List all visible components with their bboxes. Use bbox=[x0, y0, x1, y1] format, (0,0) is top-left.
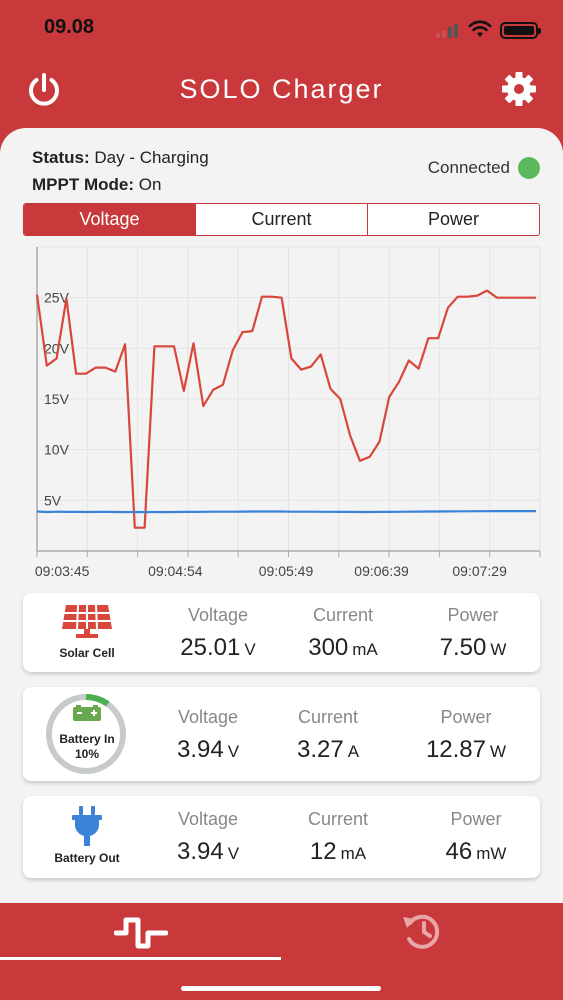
battery-status-icon bbox=[500, 22, 541, 39]
solar-power-label: Power bbox=[447, 605, 499, 625]
x-tick-label: 09:06:39 bbox=[354, 563, 409, 579]
solar-current: Current 300 mA bbox=[288, 605, 398, 662]
tab-history[interactable] bbox=[282, 903, 563, 963]
battery-in-voltage-unit: V bbox=[227, 742, 240, 761]
status-time: 09.08 bbox=[44, 16, 95, 38]
solar-power-unit: W bbox=[490, 640, 507, 659]
battery-in-voltage: Voltage 3.94 V bbox=[153, 707, 263, 764]
status-info: Status: Day - Charging MPPT Mode: On bbox=[32, 144, 209, 198]
solar-cell-card: Solar Cell Voltage 25.01 V Current 300 mA … bbox=[23, 593, 540, 672]
mppt-value: On bbox=[138, 175, 162, 194]
battery-in-label: Battery In 10% bbox=[23, 732, 151, 762]
battery-in-voltage-value: 3.94 bbox=[176, 736, 224, 763]
battery-icon bbox=[73, 705, 101, 721]
battery-in-current-unit: A bbox=[347, 742, 360, 761]
y-tick-label: 5V bbox=[44, 492, 62, 508]
history-icon bbox=[403, 914, 440, 949]
status-value: Day - Charging bbox=[94, 148, 209, 167]
solar-current-label: Current bbox=[312, 605, 374, 625]
battery-out-current-value: 12 bbox=[309, 838, 337, 865]
battery-out-icon-area: Battery Out bbox=[23, 796, 151, 878]
battery-in-icon-area: Battery In 10% bbox=[23, 687, 151, 781]
battery-out-card: Battery Out Voltage 3.94 V Current 12 mA P… bbox=[23, 796, 540, 878]
battery-in-voltage-label: Voltage bbox=[177, 707, 239, 727]
x-tick-label: 09:03:45 bbox=[35, 563, 90, 579]
status-label: Status: bbox=[32, 148, 90, 167]
tab-power[interactable]: Power bbox=[368, 204, 539, 235]
battery-in-current-label: Current bbox=[297, 707, 359, 727]
solar-current-unit: mA bbox=[352, 640, 378, 659]
tab-live-data[interactable] bbox=[0, 903, 281, 963]
plug-icon bbox=[72, 806, 102, 846]
connection-label: Connected bbox=[427, 158, 510, 177]
status-line: Status: Day - Charging bbox=[32, 144, 209, 171]
active-tab-indicator bbox=[0, 957, 281, 960]
battery-out-current-unit: mA bbox=[340, 844, 367, 863]
x-tick-label: 09:04:54 bbox=[148, 563, 203, 579]
wifi-icon bbox=[468, 20, 492, 37]
solar-panel-icon bbox=[62, 604, 112, 638]
battery-in-current-value: 3.27 bbox=[296, 736, 344, 763]
app-title: SOLO Charger bbox=[179, 74, 384, 104]
battery-out-power-label: Power bbox=[450, 809, 502, 829]
battery-in-power-unit: W bbox=[490, 742, 507, 761]
solar-power: Power 7.50 W bbox=[418, 605, 528, 662]
battery-out-power-unit: mW bbox=[476, 844, 507, 863]
battery-out-current: Current 12 mA bbox=[283, 809, 393, 866]
solar-cell-label: Solar Cell bbox=[59, 646, 115, 660]
battery-out-current-label: Current bbox=[307, 809, 369, 829]
y-tick-label: 10V bbox=[44, 442, 70, 458]
connection-status: Connected bbox=[428, 157, 540, 179]
solar-voltage-label: Voltage bbox=[187, 605, 249, 625]
status-bar: 09.08 bbox=[0, 0, 563, 58]
battery-out-power: Power 46 mW bbox=[421, 809, 531, 866]
battery-out-voltage-value: 3.94 bbox=[176, 838, 224, 865]
chart-mode-selector: Voltage Current Power bbox=[23, 203, 540, 236]
mppt-line: MPPT Mode: On bbox=[32, 171, 209, 198]
battery-out-voltage: Voltage 3.94 V bbox=[153, 809, 263, 866]
x-tick-label: 09:07:29 bbox=[452, 563, 507, 579]
battery-in-percent: 10% bbox=[74, 747, 100, 761]
solar-voltage: Voltage 25.01 V bbox=[163, 605, 273, 662]
battery-in-power: Power 12.87 W bbox=[411, 707, 521, 764]
solar-voltage-line bbox=[35, 289, 536, 529]
tab-current[interactable]: Current bbox=[196, 204, 368, 235]
solar-voltage-value: 25.01 bbox=[180, 634, 241, 661]
battery-out-label: Battery Out bbox=[54, 851, 120, 865]
home-indicator bbox=[181, 986, 381, 991]
battery-in-current: Current 3.27 A bbox=[273, 707, 383, 764]
solar-current-value: 300 bbox=[308, 634, 349, 661]
connection-indicator-icon bbox=[518, 157, 540, 179]
battery-in-card: Battery In 10% Voltage 3.94 V Current 3.2… bbox=[23, 687, 540, 781]
cellular-signal-icon bbox=[436, 24, 462, 38]
solar-power-value: 7.50 bbox=[439, 634, 487, 661]
battery-voltage-line bbox=[36, 510, 536, 514]
battery-out-voltage-unit: V bbox=[227, 844, 240, 863]
battery-in-power-label: Power bbox=[440, 707, 492, 727]
content-panel: Status: Day - Charging MPPT Mode: On Con… bbox=[0, 128, 563, 903]
pulse-wave-icon bbox=[114, 917, 168, 949]
tab-voltage[interactable]: Voltage bbox=[24, 204, 196, 235]
battery-out-voltage-label: Voltage bbox=[177, 809, 239, 829]
app-header: SOLO Charger bbox=[0, 58, 563, 128]
gear-icon[interactable] bbox=[500, 70, 538, 108]
solar-icon-area: Solar Cell bbox=[23, 593, 151, 672]
x-tick-label: 09:05:49 bbox=[259, 563, 314, 579]
battery-in-power-value: 12.87 bbox=[425, 736, 486, 763]
y-tick-label: 15V bbox=[44, 391, 70, 407]
mppt-label: MPPT Mode: bbox=[32, 175, 134, 194]
battery-out-power-value: 46 bbox=[445, 838, 473, 865]
voltage-chart: 5V10V15V20V25V09:03:45 09:04:54 09:05:49 09… bbox=[35, 246, 541, 579]
solar-voltage-unit: V bbox=[244, 640, 256, 659]
battery-in-title: Battery In bbox=[59, 732, 115, 746]
